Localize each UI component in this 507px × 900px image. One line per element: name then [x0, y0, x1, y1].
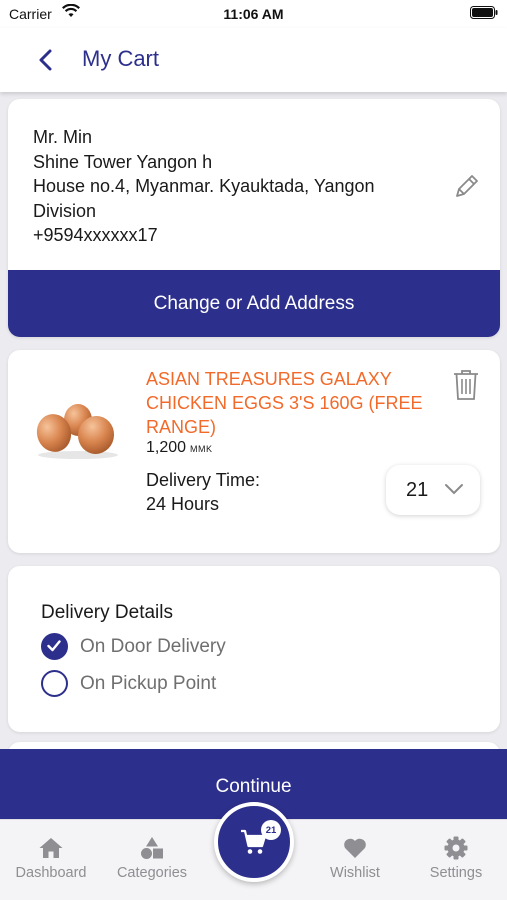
pickup-point-option[interactable]: On Pickup Point [41, 670, 216, 697]
delivery-time-label: Delivery Time: [146, 470, 261, 490]
address-phone: +9594xxxxxx17 [33, 225, 158, 245]
cart-count-badge: 21 [261, 820, 281, 840]
radio-unchecked-icon[interactable] [41, 670, 68, 697]
quantity-value: 21 [406, 479, 429, 501]
door-delivery-label: On Door Delivery [80, 635, 226, 657]
categories-icon [141, 837, 163, 859]
tab-settings[interactable]: Settings [408, 836, 504, 881]
delivery-time: Delivery Time: 24 Hours [146, 468, 260, 516]
tab-label: Wishlist [330, 865, 380, 881]
tab-label: Categories [116, 865, 188, 881]
radio-checked-icon[interactable] [41, 633, 68, 660]
heart-icon [344, 838, 366, 858]
cart-item-card: ASIAN TREASURES GALAXY CHICKEN EGGS 3'S … [8, 350, 500, 553]
address-line: House no.4, Myanmar. Kyauktada, Yangon [33, 176, 375, 196]
currency-label: MMK [190, 444, 213, 454]
tab-cart[interactable]: 21 [214, 802, 294, 882]
product-image [32, 400, 124, 460]
address-card: Mr. Min Shine Tower Yangon h House no.4,… [8, 99, 500, 337]
back-button[interactable] [34, 46, 58, 74]
battery-icon [470, 6, 498, 22]
gear-icon [444, 836, 468, 860]
address-line: Division [33, 200, 97, 221]
door-delivery-option[interactable]: On Door Delivery [41, 633, 226, 660]
page-title: My Cart [82, 46, 159, 71]
pencil-icon[interactable] [452, 171, 482, 201]
tab-categories[interactable]: Categories [104, 836, 200, 881]
delivery-details-title: Delivery Details [41, 602, 173, 623]
price-value: 1,200 [146, 439, 187, 456]
nav-bar: My Cart [0, 28, 507, 92]
trash-icon[interactable] [452, 368, 480, 402]
status-bar: Carrier 11:06 AM [0, 0, 507, 28]
address-block: Mr. Min Shine Tower Yangon h House no.4,… [33, 125, 433, 248]
chevron-left-icon [39, 49, 52, 71]
tab-dashboard[interactable]: Dashboard [3, 836, 99, 881]
address-name: Mr. Min [33, 127, 93, 147]
clock-time: 11:06 AM [223, 6, 284, 22]
tab-label: Dashboard [15, 865, 87, 881]
change-address-button[interactable]: Change or Add Address [8, 270, 500, 337]
tab-label: Settings [429, 865, 483, 881]
tab-wishlist[interactable]: Wishlist [307, 836, 403, 881]
delivery-time-value: 24 Hours [146, 494, 220, 514]
chevron-down-icon [445, 484, 463, 495]
delivery-details-card: Delivery Details On Door Delivery On Pic… [8, 566, 500, 732]
product-name[interactable]: ASIAN TREASURES GALAXY CHICKEN EGGS 3'S … [146, 367, 446, 439]
home-icon [39, 838, 63, 858]
address-line: Shine Tower Yangon h [33, 151, 213, 172]
quantity-dropdown[interactable]: 21 [386, 465, 480, 515]
pickup-point-label: On Pickup Point [80, 672, 217, 694]
product-price: 1,200 MMK [146, 439, 213, 457]
